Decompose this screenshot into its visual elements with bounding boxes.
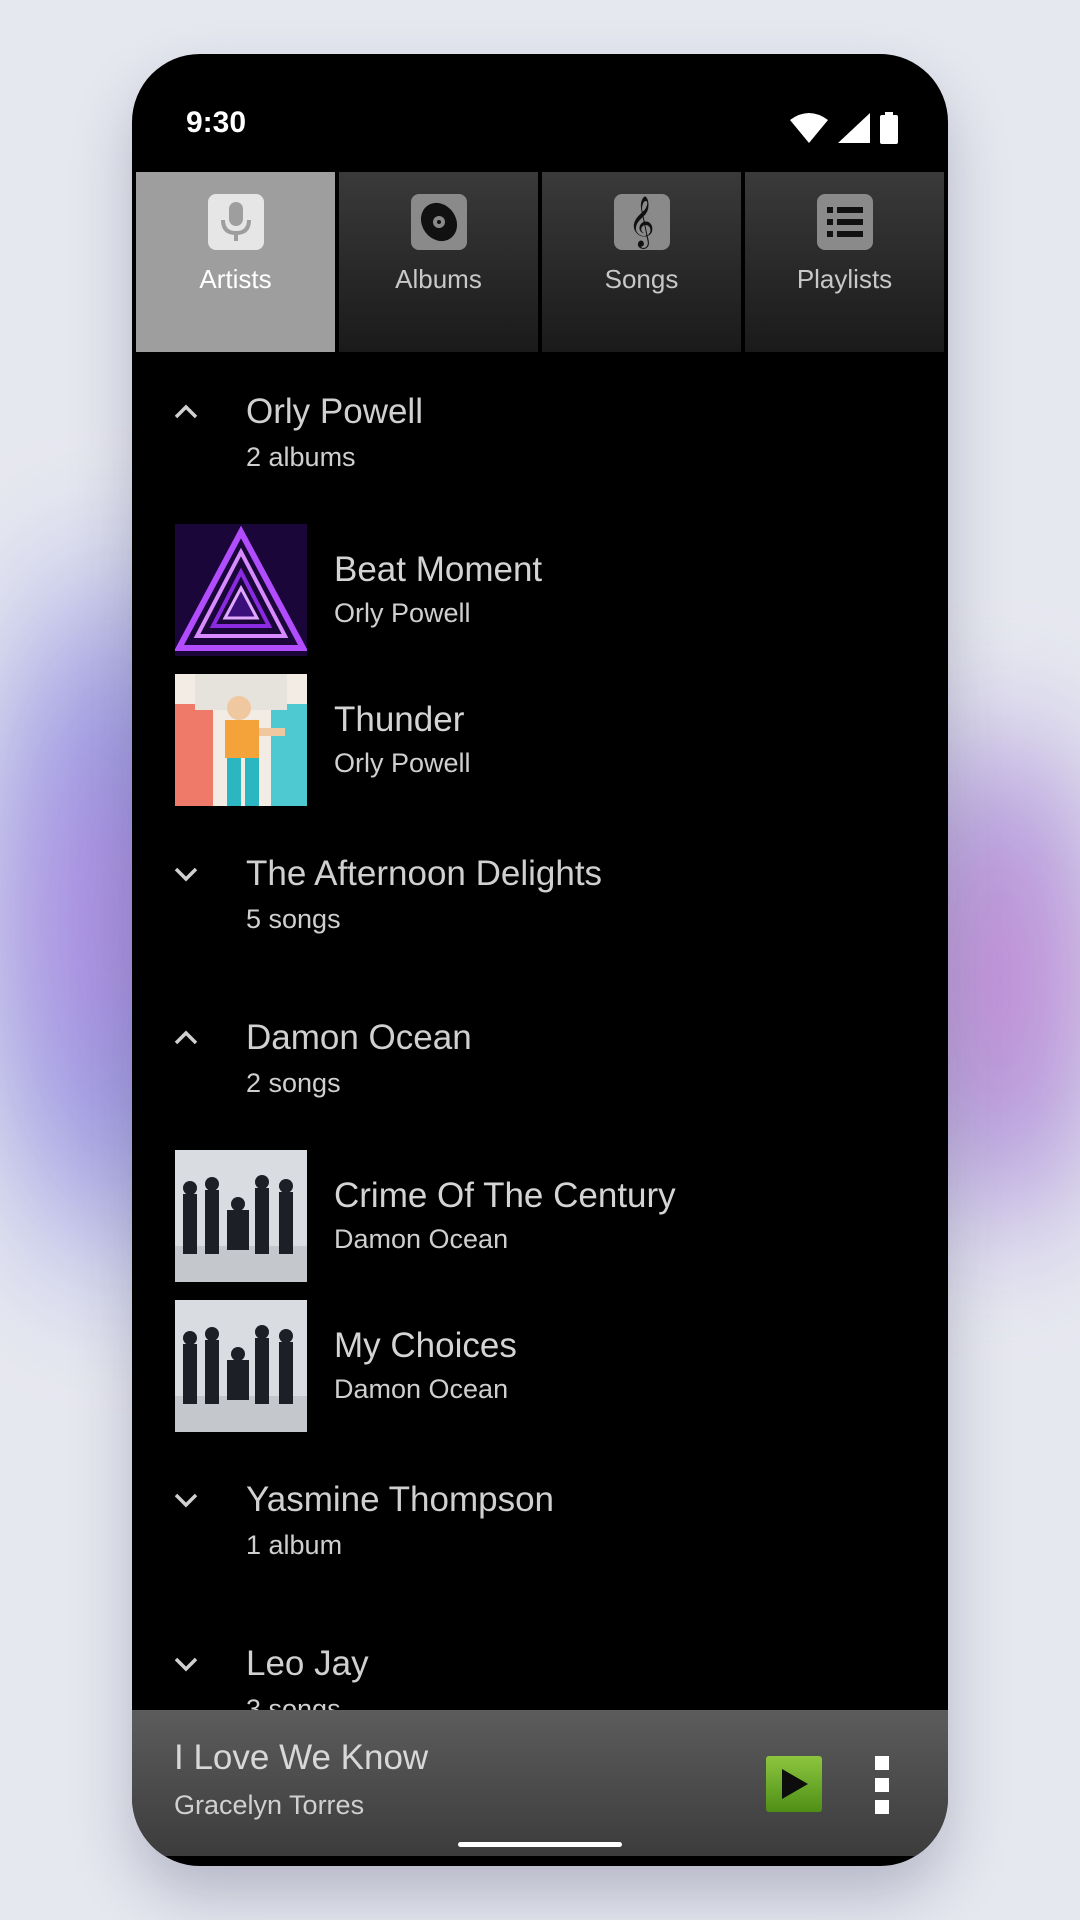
album-art	[175, 674, 307, 806]
more-vert-dot	[875, 1800, 889, 1814]
artist-name: Orly Powell	[246, 392, 423, 431]
list-item[interactable]: Crime Of The Century Damon Ocean	[132, 1150, 948, 1282]
track-title: Thunder	[334, 700, 465, 739]
artist-count: 5 songs	[246, 904, 341, 934]
track-artist: Damon Ocean	[334, 1224, 509, 1254]
artist-list: Orly Powell 2 albums Beat Moment Orly Po…	[132, 352, 948, 1710]
track-artist: Orly Powell	[334, 748, 471, 778]
status-time: 9:30	[186, 106, 247, 139]
artist-group-header[interactable]: Orly Powell 2 albums	[132, 352, 948, 472]
tab-label: Albums	[395, 264, 482, 294]
chevron-up-icon[interactable]	[172, 398, 200, 426]
home-indicator[interactable]	[458, 1842, 622, 1847]
tab-label: Songs	[604, 264, 679, 294]
chevron-down-icon[interactable]	[172, 860, 200, 888]
artist-name: Damon Ocean	[246, 1018, 472, 1057]
play-button[interactable]	[766, 1756, 822, 1812]
artist-group-header[interactable]: The Afternoon Delights 5 songs	[132, 814, 948, 934]
chevron-up-icon[interactable]	[172, 1024, 200, 1052]
track-title: My Choices	[334, 1326, 517, 1365]
phone-frame: 9:30 Artists Albums 𝄞 Songs Playlists Or…	[132, 54, 948, 1866]
chevron-down-icon[interactable]	[172, 1650, 200, 1678]
album-art	[175, 524, 307, 656]
track-title: Crime Of The Century	[334, 1176, 676, 1215]
tab-label: Artists	[199, 264, 272, 294]
artist-name: Leo Jay	[246, 1644, 369, 1683]
tab-bar: Artists Albums 𝄞 Songs Playlists	[136, 172, 944, 352]
play-icon	[782, 1769, 808, 1799]
now-playing-title: I Love We Know	[174, 1738, 429, 1777]
album-art	[175, 1300, 307, 1432]
battery-icon	[880, 112, 898, 144]
artist-count: 3 songs	[246, 1694, 341, 1710]
artist-count: 2 albums	[246, 442, 356, 472]
microphone-icon	[207, 194, 264, 250]
disc-icon	[410, 194, 467, 250]
cell-signal-icon	[838, 113, 870, 143]
wifi-icon	[790, 113, 828, 143]
tab-songs[interactable]: 𝄞 Songs	[542, 172, 741, 352]
list-item[interactable]: Beat Moment Orly Powell	[132, 524, 948, 656]
chevron-down-icon[interactable]	[172, 1486, 200, 1514]
tab-label: Playlists	[796, 264, 893, 294]
artist-group-header[interactable]: Damon Ocean 2 songs	[132, 978, 948, 1098]
status-bar: 9:30	[132, 54, 948, 172]
now-playing-artist: Gracelyn Torres	[174, 1790, 365, 1820]
treble-clef-icon: 𝄞	[613, 194, 670, 250]
track-title: Beat Moment	[334, 550, 543, 589]
album-art	[175, 1150, 307, 1282]
status-icons	[790, 112, 898, 144]
tab-albums[interactable]: Albums	[339, 172, 538, 352]
track-artist: Damon Ocean	[334, 1374, 509, 1404]
list-item[interactable]: My Choices Damon Ocean	[132, 1300, 948, 1432]
list-item[interactable]: Thunder Orly Powell	[132, 674, 948, 806]
artist-name: The Afternoon Delights	[246, 854, 603, 893]
track-artist: Orly Powell	[334, 598, 471, 628]
tab-playlists[interactable]: Playlists	[745, 172, 944, 352]
more-vert-dot	[875, 1778, 889, 1792]
artist-group-header[interactable]: Leo Jay 3 songs	[132, 1604, 948, 1710]
more-vert-icon	[875, 1756, 889, 1770]
tab-artists[interactable]: Artists	[136, 172, 335, 352]
artist-name: Yasmine Thompson	[246, 1480, 555, 1519]
artist-count: 1 album	[246, 1530, 343, 1560]
now-playing-bar[interactable]: I Love We Know Gracelyn Torres	[132, 1710, 948, 1856]
artist-group-header[interactable]: Yasmine Thompson 1 album	[132, 1440, 948, 1560]
artist-count: 2 songs	[246, 1068, 341, 1098]
more-options-button[interactable]	[872, 1756, 892, 1814]
list-icon	[816, 194, 873, 250]
